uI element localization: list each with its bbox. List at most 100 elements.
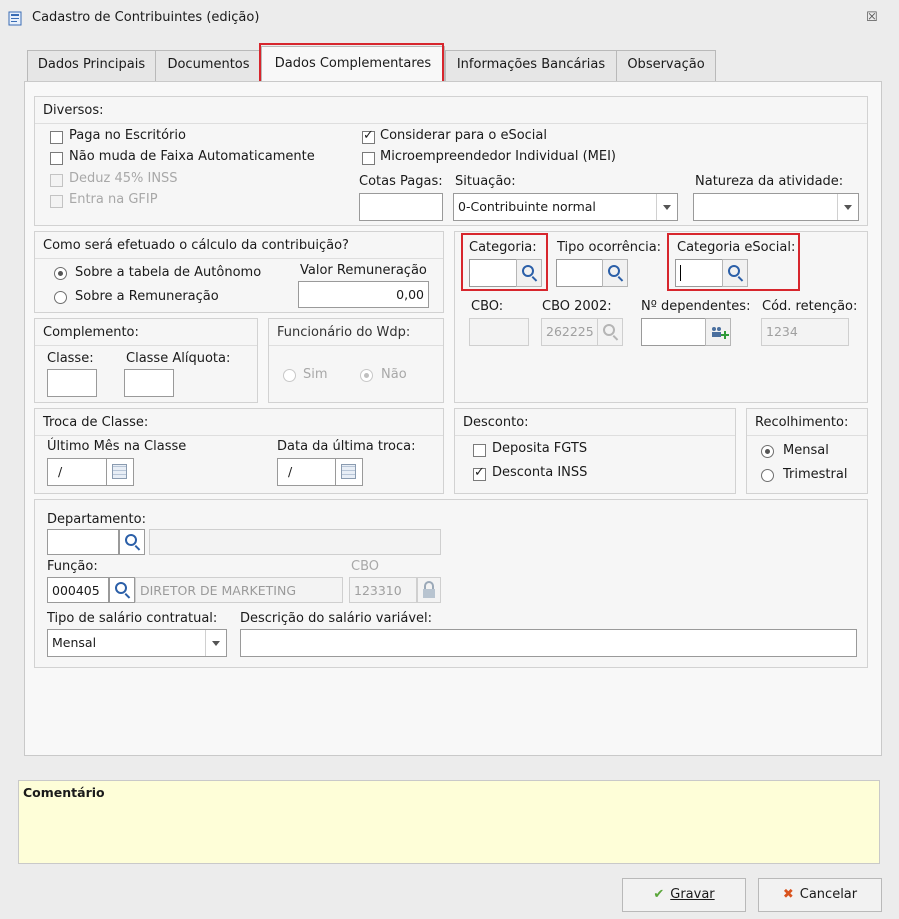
calendar-button[interactable] xyxy=(106,458,134,486)
app-icon xyxy=(8,10,24,26)
cod-retencao-input: 1234 xyxy=(761,318,849,346)
search-departamento-button[interactable] xyxy=(119,529,145,555)
checkbox-nao-muda-faixa[interactable] xyxy=(50,152,63,165)
checkbox-label: Considerar para o eSocial xyxy=(380,128,547,143)
radio-nao xyxy=(360,369,373,382)
cancelar-label: Cancelar xyxy=(799,887,858,902)
search-tipo-button[interactable] xyxy=(602,259,628,287)
classe-label: Classe: xyxy=(47,351,94,366)
tab-documentos[interactable]: Documentos xyxy=(155,50,262,81)
add-dependents-button[interactable] xyxy=(705,318,731,346)
checkbox-label: Deposita FGTS xyxy=(492,441,588,456)
gravar-button[interactable]: ✔ Gravar xyxy=(622,878,746,912)
lock-icon xyxy=(423,581,435,598)
checkbox-label: Deduz 45% INSS xyxy=(69,171,178,186)
data-ultima-troca-label: Data da última troca: xyxy=(277,439,416,454)
checkbox-mei[interactable] xyxy=(362,152,375,165)
natureza-select[interactable] xyxy=(693,193,859,221)
group-title: Desconto: xyxy=(463,415,529,430)
title-bar: Cadastro de Contribuintes (edição) ☒ xyxy=(0,0,899,36)
divider xyxy=(35,345,257,346)
tab-dados-principais[interactable]: Dados Principais xyxy=(27,50,156,81)
radio-mensal[interactable] xyxy=(761,445,774,458)
search-cbo2002-button xyxy=(597,318,623,346)
window-title: Cadastro de Contribuintes (edição) xyxy=(32,10,260,25)
search-icon xyxy=(603,324,615,336)
x-icon: ✖ xyxy=(782,887,794,902)
cod-retencao-label: Cód. retenção: xyxy=(762,299,858,314)
tipo-salario-select[interactable]: Mensal xyxy=(47,629,227,657)
group-title: Recolhimento: xyxy=(755,415,849,430)
classe-input[interactable] xyxy=(47,369,97,397)
checkbox-label: Microempreendedor Individual (MEI) xyxy=(380,149,616,164)
departamento-code-input[interactable] xyxy=(47,529,119,555)
valor-remuneracao-label: Valor Remuneração xyxy=(300,263,427,278)
funcao-desc-input: DIRETOR DE MARKETING xyxy=(135,577,343,603)
funcao-cbo-input: 123310 xyxy=(349,577,417,603)
classe-aliquota-input[interactable] xyxy=(124,369,174,397)
tab-highlight-box xyxy=(259,43,444,83)
radio-label: Sobre a Remuneração xyxy=(75,289,219,304)
ultimo-mes-input[interactable]: / xyxy=(47,458,109,486)
chevron-down-icon[interactable] xyxy=(656,194,677,220)
chevron-down-icon[interactable] xyxy=(205,630,226,656)
radio-remuneracao[interactable] xyxy=(54,291,67,304)
dependentes-input[interactable] xyxy=(641,318,706,346)
group-desconto: Desconto: Deposita FGTS Desconta INSS xyxy=(454,408,736,494)
divider xyxy=(35,258,443,259)
ultimo-mes-label: Último Mês na Classe xyxy=(47,439,187,454)
radio-trimestral[interactable] xyxy=(761,469,774,482)
radio-label: Sim xyxy=(303,367,328,382)
cotas-pagas-label: Cotas Pagas: xyxy=(359,174,443,189)
tipo-salario-value: Mensal xyxy=(52,635,97,650)
close-icon[interactable]: ☒ xyxy=(866,10,878,25)
natureza-label: Natureza da atividade: xyxy=(695,174,844,189)
calendar-icon xyxy=(341,464,356,479)
radio-tabela-autonomo[interactable] xyxy=(54,267,67,280)
funcao-cbo-label: CBO xyxy=(351,559,379,574)
checkbox-label: Não muda de Faixa Automaticamente xyxy=(69,149,315,164)
group-title: Funcionário do Wdp: xyxy=(277,325,411,340)
lock-button xyxy=(417,577,441,603)
search-icon xyxy=(125,534,137,546)
tab-bar: Dados Principais Documentos Dados Comple… xyxy=(0,36,899,83)
situacao-label: Situação: xyxy=(455,174,516,189)
tipo-salario-label: Tipo de salário contratual: xyxy=(47,611,218,626)
tipo-ocorrencia-input[interactable] xyxy=(556,259,603,287)
checkbox-paga-escritorio[interactable] xyxy=(50,131,63,144)
comment-label: Comentário xyxy=(23,785,105,800)
divider xyxy=(35,123,867,124)
search-funcao-button[interactable] xyxy=(109,577,135,603)
valor-remuneracao-input[interactable]: 0,00 xyxy=(298,281,429,308)
comment-area[interactable]: Comentário xyxy=(18,780,880,864)
checkbox-deduz-inss xyxy=(50,174,63,187)
checkbox-desconta-inss[interactable] xyxy=(473,465,486,481)
classe-aliquota-label: Classe Alíquota: xyxy=(126,351,231,366)
chevron-down-icon[interactable] xyxy=(837,194,858,220)
group-calculo: Como será efetuado o cálculo da contribu… xyxy=(34,231,444,313)
tab-informacoes-bancarias[interactable]: Informações Bancárias xyxy=(445,50,617,81)
search-icon xyxy=(115,582,127,594)
categoria-highlight-box xyxy=(461,233,548,291)
gravar-label: Gravar xyxy=(670,887,715,902)
checkbox-considerar-esocial[interactable] xyxy=(362,128,375,144)
tab-observacao[interactable]: Observação xyxy=(616,50,716,81)
funcao-code-input[interactable]: 000405 xyxy=(47,577,109,603)
situacao-select[interactable]: 0-Contribuinte normal xyxy=(453,193,678,221)
cbo2002-input: 262225 xyxy=(541,318,598,346)
group-recolhimento: Recolhimento: Mensal Trimestral xyxy=(746,408,868,494)
data-ultima-troca-input[interactable]: / xyxy=(277,458,337,486)
group-title: Como será efetuado o cálculo da contribu… xyxy=(43,238,349,253)
descricao-salario-input[interactable] xyxy=(240,629,857,657)
tipo-ocorrencia-label: Tipo ocorrência: xyxy=(557,240,662,255)
checkbox-deposita-fgts[interactable] xyxy=(473,444,486,457)
cotas-pagas-input[interactable] xyxy=(359,193,443,221)
radio-label: Não xyxy=(381,367,407,382)
cancelar-button[interactable]: ✖ Cancelar xyxy=(758,878,882,912)
calendar-button[interactable] xyxy=(335,458,363,486)
divider xyxy=(35,435,443,436)
cbo2002-label: CBO 2002: xyxy=(542,299,612,314)
checkbox-label: Desconta INSS xyxy=(492,465,588,480)
divider xyxy=(455,435,735,436)
checkbox-label: Entra na GFIP xyxy=(69,192,158,207)
